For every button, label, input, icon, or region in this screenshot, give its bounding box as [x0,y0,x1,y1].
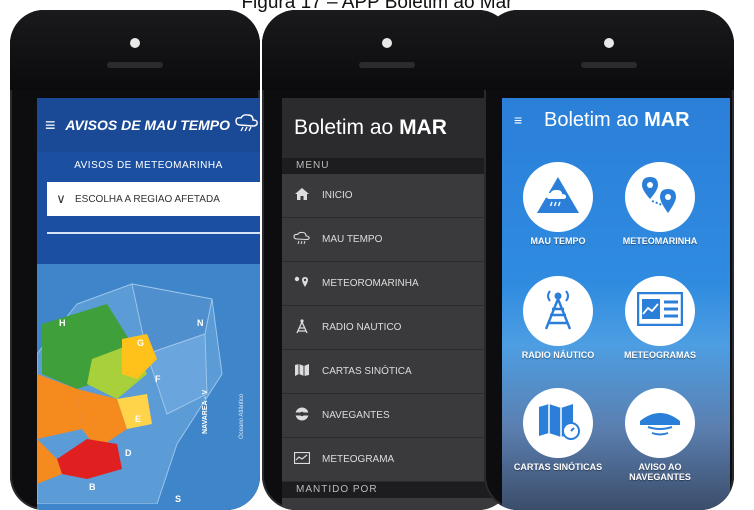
divider [47,232,260,234]
footer-section-header: MANTIDO POR [282,482,504,498]
app-title: Boletim ao MAR [544,109,690,132]
menu-item-label: CARTAS SINÓTICA [322,366,412,377]
tile-circle [625,388,695,458]
app-header: ≡ AVISOS DE MAU TEMPO [37,98,260,152]
app-title-light: Boletim ao [544,108,639,131]
menu-item-label: METEOGRAMA [322,454,395,465]
map-label-f: F [155,374,161,384]
menu-item-mau-tempo[interactable]: MAU TEMPO › [282,218,504,262]
tile-mau-tempo[interactable]: MAU TEMPO [510,162,606,246]
phone-speaker [359,62,415,68]
storm-cloud-icon [282,231,322,248]
chart-icon [636,291,684,331]
tile-circle [523,162,593,232]
phone-camera [604,38,614,48]
chevron-down-icon: ∨ [56,191,66,206]
map-label-navarea: NAVAREA - V [202,389,209,434]
tile-label: METEOGRAMAS [624,350,696,360]
region-select[interactable]: ∨ ESCOLHA A REGIÃO AFETADA [47,182,260,216]
phone-bezel [10,10,260,90]
map-label-b: B [89,482,96,492]
tile-meteomarinha[interactable]: METEOMARINHA [612,162,708,246]
menu-item-meteoromarinha[interactable]: METEOROMARINHA › [282,262,504,306]
tile-label: METEOMARINHA [622,236,698,246]
region-select-value: ESCOLHA A REGIÃO AFETADA [75,193,220,205]
menu-item-label: INICIO [322,190,353,201]
lifebuoy-icon [282,406,322,425]
screen-avisos: ≡ AVISOS DE MAU TEMPO AVISOS DE METEOMAR… [37,98,260,510]
tile-label: RADIO NÁUTICO [521,350,595,360]
region-map[interactable]: H N G F E D B S NAVAREA - V Oceano Atlân… [37,264,260,510]
map-label-ocean: Oceano Atlântico [239,393,245,439]
map-label-s: S [175,494,181,504]
map-label-n: N [197,318,204,328]
menu-item-label: MAU TEMPO [322,234,383,245]
phone-home: ≡ Boletim ao MAR MAU TEMPO METEOMARINHA … [484,10,734,510]
app-header: ≡ Boletim ao MAR [502,98,730,142]
map-label-g: G [137,338,144,348]
tile-circle [523,276,593,346]
menu-item-label: RADIO NAUTICO [322,322,402,333]
tile-radio-nautico[interactable]: RADIO NÁUTICO [510,276,606,360]
hamburger-menu-icon[interactable]: ≡ [514,112,544,128]
phone-bezel [262,10,512,90]
map-icon [282,363,322,380]
map-icon [535,401,581,446]
menu-item-radio-nautico[interactable]: RADIO NAUTICO › [282,306,504,350]
tile-circle [625,276,695,346]
map-label-e: E [135,414,141,424]
menu-item-label: NAVEGANTES [322,410,390,421]
tile-meteogramas[interactable]: METEOGRAMAS [612,276,708,360]
app-title: Boletim ao MAR [294,116,447,140]
app-header: Boletim ao MAR [282,98,504,158]
map-pin-icon [638,173,682,222]
map-label-d: D [125,448,132,458]
home-icon [282,187,322,204]
radio-tower-icon [538,287,578,336]
menu-item-inicio[interactable]: INICIO • [282,174,504,218]
map-pin-icon [282,275,322,292]
phone-avisos: ≡ AVISOS DE MAU TEMPO AVISOS DE METEOMAR… [10,10,260,510]
phone-speaker [581,62,637,68]
lighthouse-icon [638,401,682,446]
menu-item-label: METEOROMARINHA [322,278,419,289]
radio-tower-icon [282,318,322,337]
section-subtitle: AVISOS DE METEOMARINHA [74,160,223,171]
menu-section-header: MENU [282,158,504,174]
app-title-light: Boletim ao [294,116,394,139]
tile-label: MAU TEMPO [530,236,586,246]
phone-menu: Boletim ao MAR MENU INICIO • MAU TEMPO ›… [262,10,512,510]
app-title-bold: MAR [644,108,690,131]
page-title: AVISOS DE MAU TEMPO [65,117,230,133]
menu-item-navegantes[interactable]: NAVEGANTES › [282,394,504,438]
phone-camera [382,38,392,48]
phone-speaker [107,62,163,68]
tile-circle [523,388,593,458]
storm-cloud-icon [535,175,581,220]
storm-cloud-icon [234,113,260,138]
menu-item-meteograma[interactable]: METEOGRAMA › [282,438,504,482]
hamburger-menu-icon[interactable]: ≡ [45,115,59,136]
tile-circle [625,162,695,232]
chart-icon [282,451,322,467]
tile-label: AVISO AO NAVEGANTES [629,462,691,482]
phone-bezel [484,10,734,90]
menu-item-cartas-sinotica[interactable]: CARTAS SINÓTICA › [282,350,504,394]
app-title-bold: MAR [399,116,447,139]
phone-camera [130,38,140,48]
tile-aviso-navegantes[interactable]: AVISO AO NAVEGANTES [612,388,708,482]
map-label-h: H [59,318,66,328]
screen-menu: Boletim ao MAR MENU INICIO • MAU TEMPO ›… [282,98,504,510]
screen-home: ≡ Boletim ao MAR MAU TEMPO METEOMARINHA … [502,98,730,510]
tile-cartas-sinoticas[interactable]: CARTAS SINÓTICAS [510,388,606,472]
tile-label: CARTAS SINÓTICAS [513,462,603,472]
